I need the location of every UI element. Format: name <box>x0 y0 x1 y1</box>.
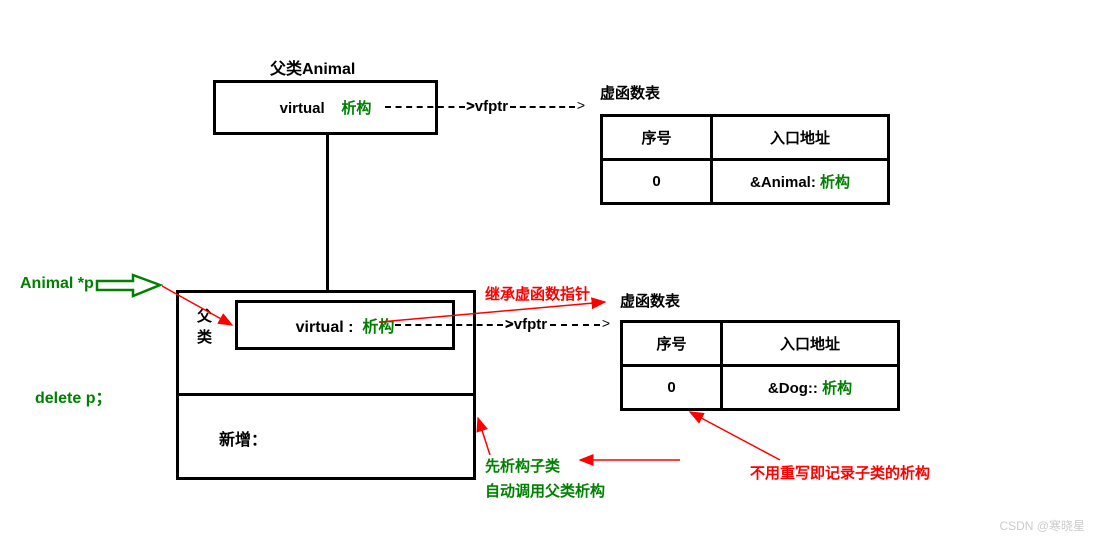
vtable-title: 虚函数表 <box>620 290 680 311</box>
auto-call-annotation: 自动调用父类析构 <box>485 480 605 501</box>
destructor-text: 析构 <box>362 319 394 336</box>
delete-statement: delete p； <box>35 384 111 408</box>
col-header-addr: 入口地址 <box>712 116 889 160</box>
vtable-child: 序号 入口地址 0 &Dog:: 析构 <box>620 320 900 411</box>
new-label: 新增： <box>219 432 267 449</box>
vtable-title: 虚函数表 <box>600 82 660 103</box>
table-row: 0 &Dog:: 析构 <box>622 366 899 410</box>
addr-cell: &Animal: 析构 <box>712 160 889 204</box>
child-side-label: 父类 <box>197 305 213 347</box>
vfptr-label: >vfptr <box>505 316 547 333</box>
table-row: 序号 入口地址 <box>622 322 899 366</box>
parent-class-title: 父类Animal <box>270 55 355 79</box>
dashed-arrow <box>510 106 575 108</box>
dashed-arrow <box>385 106 465 108</box>
col-header-addr: 入口地址 <box>722 322 899 366</box>
vtable-parent: 序号 入口地址 0 &Animal: 析构 <box>600 114 890 205</box>
watermark: CSDN @寒晓星 <box>999 517 1085 534</box>
virtual-keyword: virtual : <box>296 319 354 336</box>
col-header-seq: 序号 <box>622 322 722 366</box>
inheritance-line <box>326 135 329 290</box>
addr-prefix: &Animal: <box>750 174 816 191</box>
child-new-section: 新增： <box>179 393 473 480</box>
destructor-text: 析构 <box>341 100 371 117</box>
addr-prefix: &Dog:: <box>768 380 818 397</box>
addr-cell: &Dog:: 析构 <box>722 366 899 410</box>
dashed-arrow <box>550 324 600 326</box>
vfptr-label: >vfptr <box>466 98 508 115</box>
col-header-seq: 序号 <box>602 116 712 160</box>
virtual-label: virtual 析构 <box>280 97 372 118</box>
table-row: 0 &Animal: 析构 <box>602 160 889 204</box>
pointer-declaration: Animal *p <box>20 275 94 293</box>
no-rewrite-annotation: 不用重写即记录子类的析构 <box>750 462 930 483</box>
table-row: 序号 入口地址 <box>602 116 889 160</box>
inherit-annotation: 继承虚函数指针 <box>485 283 590 304</box>
addr-suffix: 析构 <box>820 174 850 191</box>
virtual-label: virtual : 析构 <box>296 313 395 337</box>
pointer-arrow-icon <box>95 273 165 303</box>
addr-suffix: 析构 <box>822 380 852 397</box>
destructor-child-annotation: 先析构子类 <box>485 455 560 476</box>
dashed-arrow <box>395 324 503 326</box>
seq-cell: 0 <box>602 160 712 204</box>
virtual-keyword: virtual <box>280 100 325 117</box>
seq-cell: 0 <box>622 366 722 410</box>
